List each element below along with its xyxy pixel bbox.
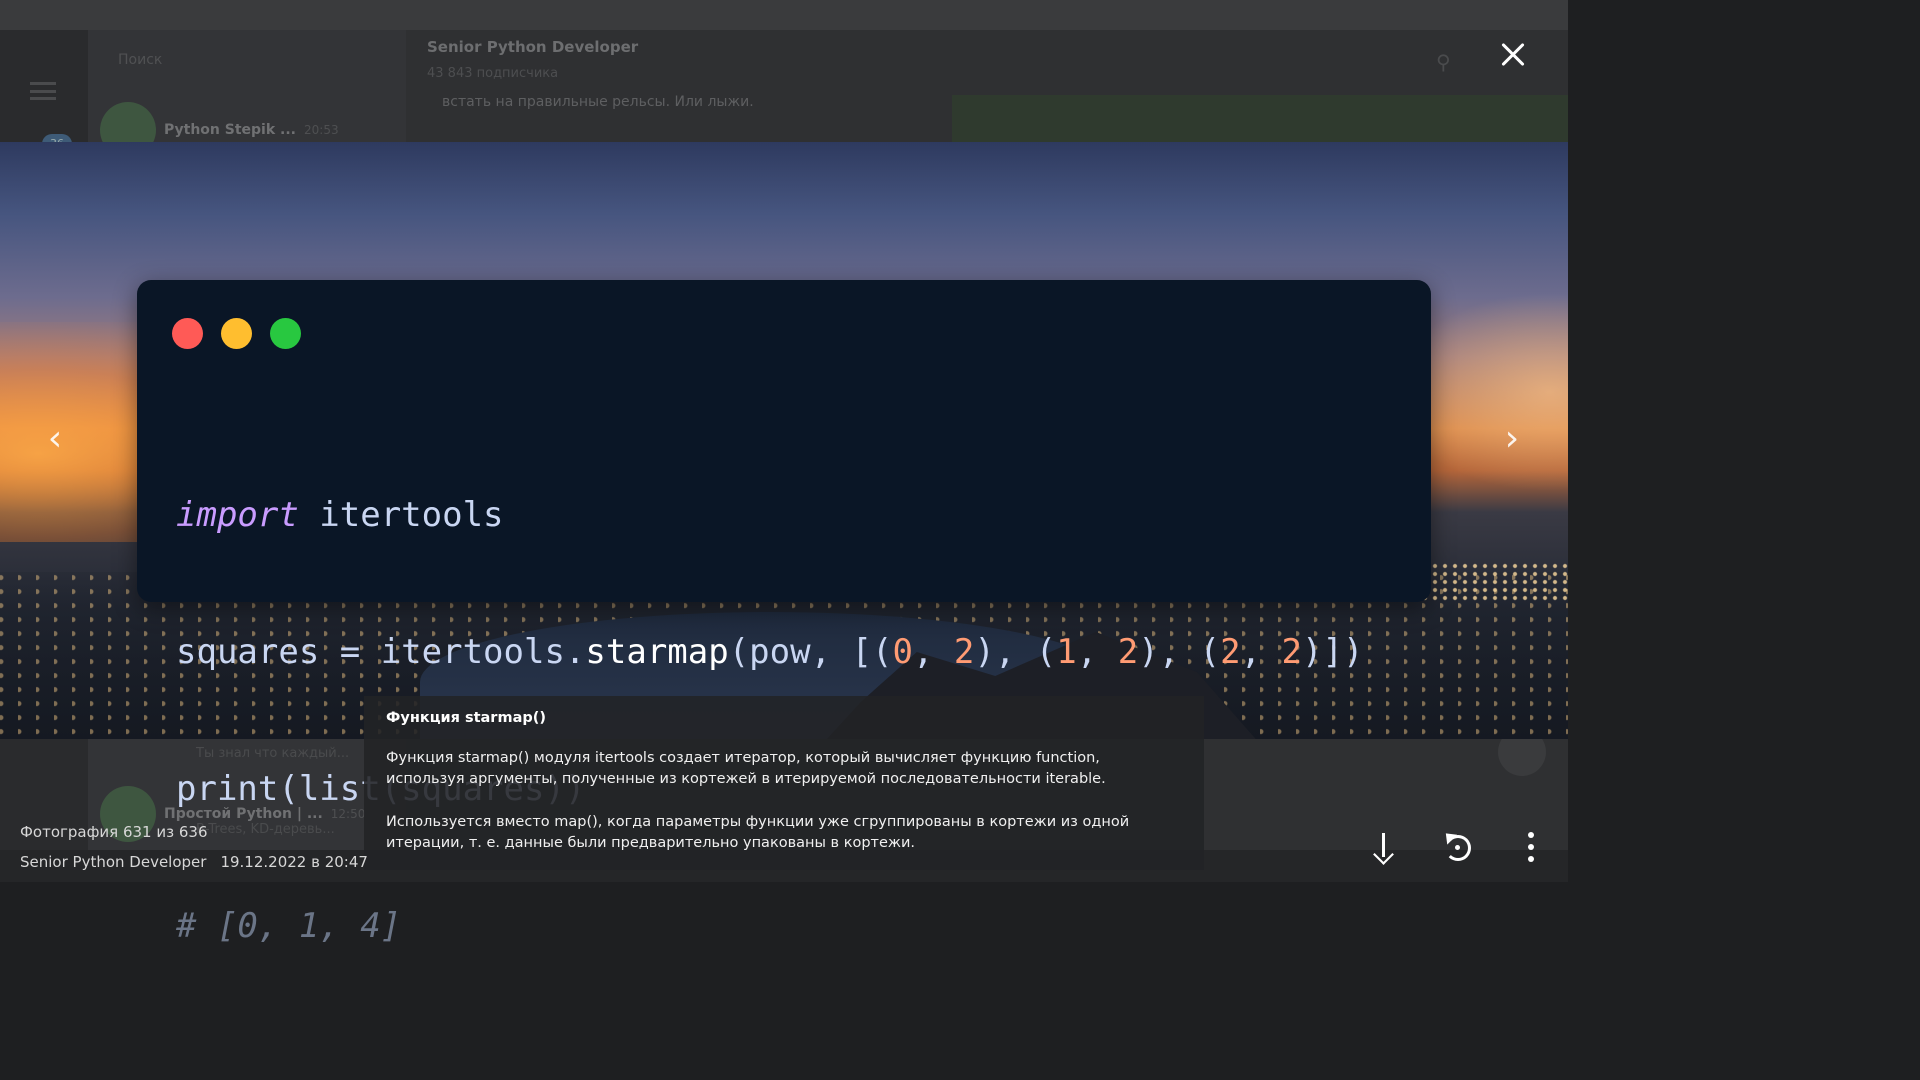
photo-date[interactable]: 19.12.2022 в 20:47 xyxy=(220,853,368,871)
menu-icon xyxy=(30,82,56,100)
photo-counter: Фотография 631 из 636 xyxy=(20,823,208,841)
chevron-right-icon[interactable]: › xyxy=(1497,421,1527,457)
close-icon[interactable] xyxy=(1496,38,1530,72)
channel-subscribers: 43 843 подписчика xyxy=(427,66,559,81)
window-zoom-dot xyxy=(270,318,301,349)
caption-paragraph: Функция starmap() модуля itertools созда… xyxy=(386,750,1106,787)
search-icon: ⚲ xyxy=(1436,50,1451,74)
download-icon[interactable] xyxy=(1367,830,1401,865)
caption-paragraph: Используется вместо map(), когда парамет… xyxy=(386,814,1130,851)
chevron-left-icon[interactable]: ‹ xyxy=(40,421,70,457)
chat-time: 20:53 xyxy=(304,123,339,137)
more-menu-icon[interactable] xyxy=(1514,830,1548,864)
caption-title: Функция starmap() xyxy=(386,710,546,726)
message-bubble xyxy=(952,95,1568,142)
chat-name: Python Stepik ... xyxy=(164,122,296,138)
window-close-dot xyxy=(172,318,203,349)
code-line: squares = itertools.starmap(pow, [(0, 2)… xyxy=(176,631,1364,672)
source-channel[interactable]: Senior Python Developer xyxy=(20,853,206,871)
code-line: # [0, 1, 4] xyxy=(176,905,402,946)
message-snippet: встать на правильные рельсы. Или лыжи. xyxy=(442,94,754,110)
window-titlebar xyxy=(0,0,1568,30)
photo-source: Senior Python Developer 19.12.2022 в 20:… xyxy=(20,853,368,871)
search-input: Поиск xyxy=(118,52,163,68)
photo-caption: Функция starmap() Функция starmap() моду… xyxy=(364,696,1204,870)
channel-title: Senior Python Developer xyxy=(427,38,639,56)
window-minimize-dot xyxy=(221,318,252,349)
code-line: import itertools xyxy=(176,495,504,536)
rotate-icon[interactable] xyxy=(1440,828,1474,864)
